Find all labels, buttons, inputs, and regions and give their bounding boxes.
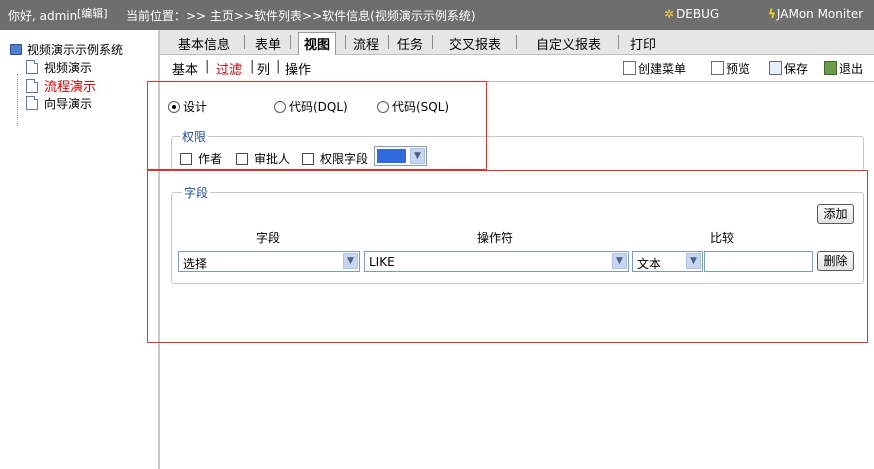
top-bar: 你好, admin [编辑] 当前位置： >> 主页>>软件列表>>软件信息(视… <box>0 0 874 30</box>
annotation-box-top <box>147 81 487 170</box>
sub-tabs: 基本 | 过滤 | 列 | 操作 创建菜单 预览 保存 退出 <box>160 55 874 82</box>
preview-icon <box>711 61 724 75</box>
document-icon <box>26 79 38 93</box>
tree-item-video-demo[interactable]: 视频演示 <box>26 59 92 76</box>
tab-print[interactable]: 打印 <box>630 34 656 53</box>
subtab-separator: | <box>250 59 255 74</box>
sidebar-tree: 视频演示示例系统 视频演示 流程演示 向导演示 <box>0 30 158 469</box>
tab-separator <box>516 35 517 49</box>
exit-button[interactable]: 退出 <box>824 60 863 77</box>
edit-link[interactable]: [编辑] <box>77 5 108 21</box>
tab-task[interactable]: 任务 <box>397 34 423 53</box>
subtab-separator: | <box>205 59 210 74</box>
tab-custom-report[interactable]: 自定义报表 <box>536 34 601 53</box>
exit-icon <box>824 61 837 75</box>
breadcrumb[interactable]: >> 主页>>软件列表>>软件信息(视频演示示例系统) <box>186 7 476 24</box>
new-document-icon <box>623 61 636 75</box>
debug-label: DEBUG <box>676 7 720 21</box>
tab-form[interactable]: 表单 <box>255 34 281 53</box>
save-label: 保存 <box>784 62 809 76</box>
tab-flow[interactable]: 流程 <box>353 34 379 53</box>
preview-button[interactable]: 预览 <box>711 60 750 77</box>
tab-separator <box>432 35 433 49</box>
subtab-basic[interactable]: 基本 <box>172 59 198 78</box>
save-icon <box>769 61 782 75</box>
tab-separator <box>618 35 619 49</box>
tab-basic-info[interactable]: 基本信息 <box>178 34 230 53</box>
annotation-box-bottom <box>147 170 868 343</box>
document-icon <box>26 96 38 110</box>
greeting-text: 你好, admin <box>8 9 78 23</box>
tab-cross-report[interactable]: 交叉报表 <box>449 34 501 53</box>
tree-item-label: 向导演示 <box>44 97 93 111</box>
tree-root[interactable]: 视频演示示例系统 <box>10 41 123 58</box>
tree-root-label: 视频演示示例系统 <box>27 43 124 57</box>
create-menu-button[interactable]: 创建菜单 <box>623 60 686 77</box>
tab-separator <box>345 35 346 49</box>
bug-icon: ✲ <box>664 7 675 21</box>
tab-separator <box>244 35 245 49</box>
preview-label: 预览 <box>726 62 751 76</box>
tree-item-flow-demo[interactable]: 流程演示 <box>26 76 96 95</box>
tree-item-label: 流程演示 <box>44 80 97 95</box>
subtab-separator: | <box>276 59 281 74</box>
tree-connector <box>17 74 18 126</box>
tree-item-wizard-demo[interactable]: 向导演示 <box>26 95 92 112</box>
computer-icon <box>10 44 22 55</box>
main-tabs: 基本信息 表单 视图 流程 任务 交叉报表 自定义报表 打印 <box>160 30 874 56</box>
tab-separator <box>290 35 291 49</box>
tree-item-label: 视频演示 <box>44 61 93 75</box>
subtab-filter[interactable]: 过滤 <box>216 59 242 78</box>
save-button[interactable]: 保存 <box>769 60 808 77</box>
document-icon <box>26 60 38 74</box>
debug-link[interactable]: ✲ DEBUG <box>664 7 719 21</box>
subtab-actions[interactable]: 操作 <box>285 59 311 78</box>
location-label: 当前位置： <box>126 9 187 23</box>
jamon-label: JAMon Moniter <box>776 7 864 21</box>
create-menu-label: 创建菜单 <box>638 62 687 76</box>
jamon-link[interactable]: ϟJAMon Moniter <box>768 7 863 21</box>
tab-view[interactable]: 视图 <box>298 32 337 56</box>
exit-label: 退出 <box>839 62 864 76</box>
subtab-columns[interactable]: 列 <box>257 59 270 78</box>
lightning-icon: ϟ <box>768 7 776 21</box>
tab-separator <box>388 35 389 49</box>
